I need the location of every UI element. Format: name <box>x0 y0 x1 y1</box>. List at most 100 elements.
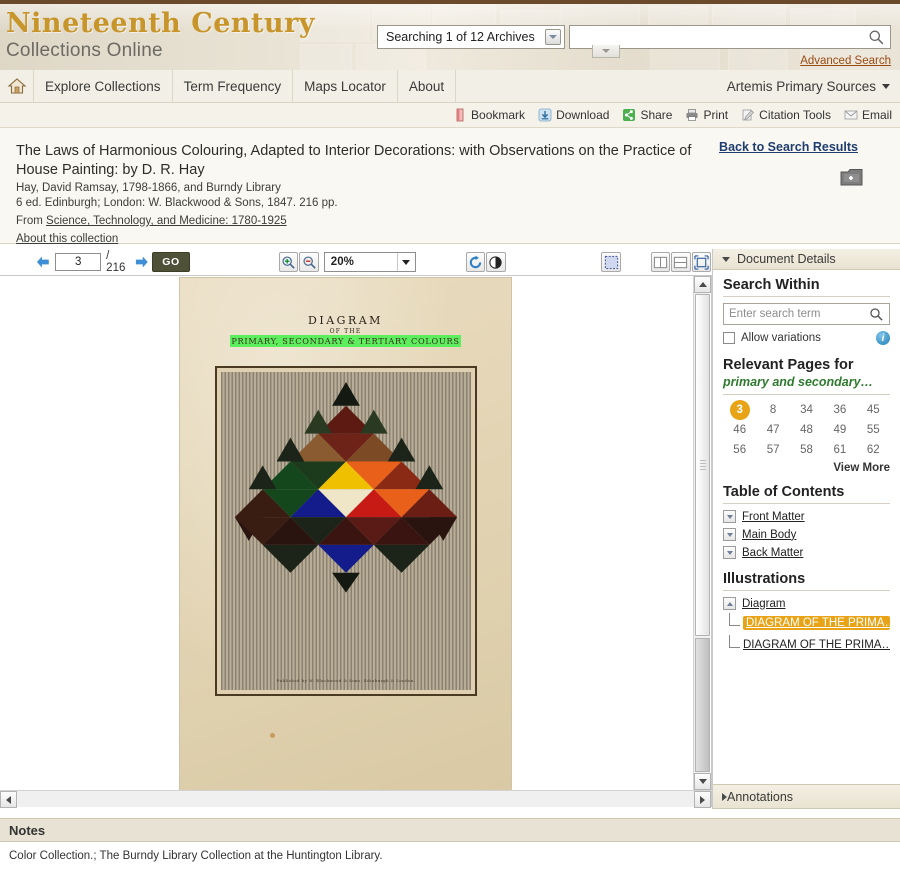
citation-tools-button[interactable]: Citation Tools <box>741 108 831 122</box>
document-page-image[interactable]: DIAGRAM OF THE PRIMARY, SECONDARY & TERT… <box>180 278 511 790</box>
toc-item-back-matter[interactable]: Back Matter <box>723 546 890 559</box>
one-page-view-button[interactable] <box>671 252 691 272</box>
info-icon[interactable]: i <box>876 331 890 345</box>
relevant-page-link[interactable]: 8 <box>756 400 789 420</box>
archive-selector[interactable]: Searching 1 of 12 Archives <box>377 25 565 49</box>
arrow-right-icon[interactable] <box>135 255 149 269</box>
search-within-heading: Search Within <box>723 277 890 297</box>
illustration-item[interactable]: DIAGRAM OF THE PRIMA… <box>729 635 890 654</box>
scroll-up-button[interactable] <box>694 276 711 293</box>
toc-label[interactable]: Front Matter <box>742 511 805 523</box>
two-page-view-icon <box>654 256 668 268</box>
relevant-page-link[interactable]: 48 <box>790 420 823 440</box>
tree-branch-icon <box>729 635 740 648</box>
relevant-pages-heading: Relevant Pages for <box>723 357 854 373</box>
viewer-vertical-scrollbar[interactable] <box>693 276 711 790</box>
save-to-folder-icon[interactable] <box>840 168 863 186</box>
viewer-bottom-strip <box>0 807 712 818</box>
page-number-input[interactable] <box>55 253 102 271</box>
nav-item-about[interactable]: About <box>398 70 457 102</box>
diagram-subtitle-text: PRIMARY, SECONDARY & TERTIARY COLOURS <box>230 335 461 347</box>
relevant-page-link[interactable]: 56 <box>723 440 756 460</box>
select-region-button[interactable] <box>601 252 621 272</box>
share-button[interactable]: Share <box>622 108 672 122</box>
back-to-search-results-link[interactable]: Back to Search Results <box>719 140 858 154</box>
toc-item-front-matter[interactable]: Front Matter <box>723 510 890 523</box>
scroll-left-button[interactable] <box>0 791 17 808</box>
vertical-scroll-track[interactable] <box>695 638 710 772</box>
notes-heading: Notes <box>9 822 46 838</box>
illustrations-group-diagram[interactable]: Diagram <box>723 597 890 610</box>
relevant-page-link[interactable]: 47 <box>756 420 789 440</box>
relevant-page-link[interactable]: 55 <box>857 420 890 440</box>
bookmark-button[interactable]: Bookmark <box>453 108 525 122</box>
scroll-down-button[interactable] <box>694 773 711 790</box>
illustrations-heading: Illustrations <box>723 571 890 591</box>
relevant-page-link[interactable]: 3 <box>729 400 750 420</box>
two-page-view-button[interactable] <box>650 252 671 272</box>
relevant-page-link[interactable]: 58 <box>790 440 823 460</box>
collection-link[interactable]: Science, Technology, and Medicine: 1780-… <box>46 215 287 227</box>
toc-label[interactable]: Main Body <box>742 529 796 541</box>
annotations-header[interactable]: Annotations <box>712 784 900 809</box>
go-button[interactable]: GO <box>152 252 190 272</box>
notes-header: Notes <box>0 818 900 842</box>
chevron-down-icon[interactable] <box>723 510 736 523</box>
scroll-right-button[interactable] <box>694 791 711 808</box>
relevant-page-link[interactable]: 57 <box>756 440 789 460</box>
search-within-input[interactable] <box>724 304 869 324</box>
site-logo[interactable]: Nineteenth Century Collections Online <box>6 8 315 63</box>
zoom-in-button[interactable] <box>279 252 299 272</box>
chevron-down-icon[interactable] <box>723 546 736 559</box>
relevant-page-link[interactable]: 61 <box>823 440 856 460</box>
diagram-plate-inner: Published by W. Blackwood & Sons, Edinbu… <box>221 372 471 690</box>
zoom-out-button[interactable] <box>299 252 319 272</box>
vertical-scroll-thumb[interactable] <box>695 294 710 636</box>
allow-variations-checkbox[interactable] <box>723 332 735 344</box>
toc-label[interactable]: Back Matter <box>742 547 803 559</box>
toc-item-main-body[interactable]: Main Body <box>723 528 890 541</box>
nav-item-term-frequency[interactable]: Term Frequency <box>173 70 294 102</box>
plate-caption: Published by W. Blackwood & Sons, Edinbu… <box>276 678 416 683</box>
contrast-button[interactable] <box>486 252 506 272</box>
search-within-box[interactable] <box>723 303 890 325</box>
relevant-page-link[interactable]: 46 <box>723 420 756 440</box>
relevant-page-link[interactable]: 45 <box>857 400 890 420</box>
diagram-subtitle-highlight: PRIMARY, SECONDARY & TERTIARY COLOURS <box>180 335 511 347</box>
account-menu[interactable]: Artemis Primary Sources <box>727 70 900 102</box>
email-button[interactable]: Email <box>844 108 892 122</box>
rotate-button[interactable] <box>465 252 486 272</box>
page-title: The Laws of Harmonious Colouring, Adapte… <box>16 143 692 178</box>
chevron-down-icon[interactable] <box>723 528 736 541</box>
print-button[interactable]: Print <box>685 108 728 122</box>
search-icon[interactable] <box>869 307 884 322</box>
relevant-page-link[interactable]: 62 <box>857 440 890 460</box>
nav-item-explore-collections[interactable]: Explore Collections <box>34 70 173 102</box>
document-viewer[interactable]: DIAGRAM OF THE PRIMARY, SECONDARY & TERT… <box>0 276 712 790</box>
illustrations-group-label[interactable]: Diagram <box>742 598 785 610</box>
home-button[interactable] <box>0 70 34 102</box>
chevron-up-icon[interactable] <box>723 597 736 610</box>
relevant-page-link[interactable]: 49 <box>823 420 856 440</box>
fit-page-button[interactable] <box>691 252 711 272</box>
view-more-link[interactable]: View More <box>723 462 890 474</box>
relevant-page-link[interactable]: 34 <box>790 400 823 420</box>
select-region-icon <box>604 255 618 269</box>
advanced-search-link[interactable]: Advanced Search <box>800 55 891 67</box>
search-icon[interactable] <box>868 29 885 46</box>
archive-selector-label: Searching 1 of 12 Archives <box>386 30 535 44</box>
arrow-left-icon[interactable] <box>36 255 50 269</box>
action-label: Print <box>703 108 729 122</box>
download-button[interactable]: Download <box>538 108 609 122</box>
illustration-label[interactable]: DIAGRAM OF THE PRIMA… <box>743 615 890 630</box>
zoom-level-select[interactable]: 20% <box>323 252 416 272</box>
relevant-page-link[interactable]: 36 <box>823 400 856 420</box>
nav-item-maps-locator[interactable]: Maps Locator <box>293 70 398 102</box>
viewer-horizontal-scrollbar[interactable] <box>0 790 712 808</box>
document-details-header[interactable]: Document Details <box>713 249 900 270</box>
illustration-label[interactable]: DIAGRAM OF THE PRIMA… <box>743 639 890 651</box>
about-collection-link[interactable]: About this collection <box>16 233 118 245</box>
illustration-item-selected[interactable]: DIAGRAM OF THE PRIMA… <box>729 613 890 632</box>
diagram-title: DIAGRAM <box>308 314 383 327</box>
search-options-dropdown[interactable] <box>592 45 620 58</box>
